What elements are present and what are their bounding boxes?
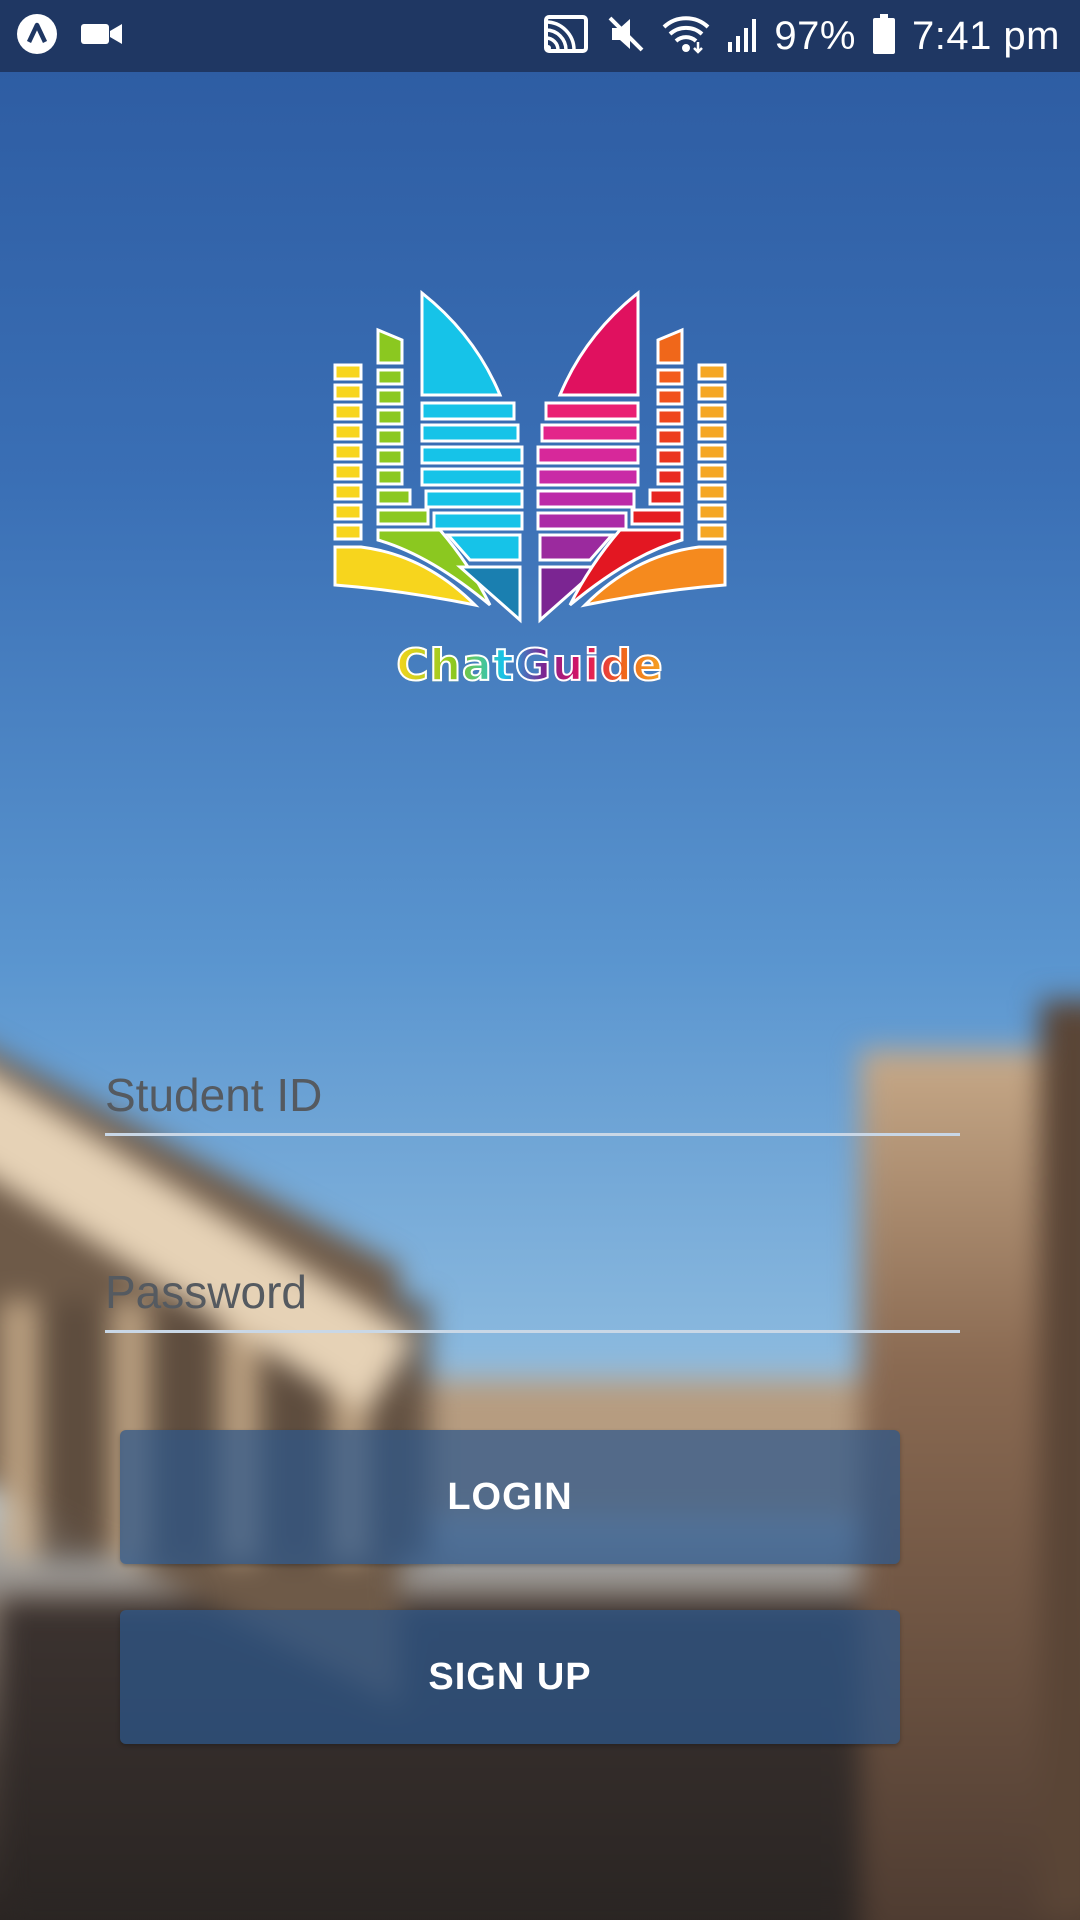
password-underline [105, 1330, 960, 1333]
battery-icon [872, 13, 896, 59]
student-id-field[interactable] [105, 1060, 960, 1140]
app-logo: ChatGuide [330, 285, 730, 705]
login-button-label: LOGIN [447, 1475, 573, 1518]
signup-button[interactable]: SIGN UP [120, 1610, 900, 1744]
book-logo-icon [333, 289, 727, 624]
wifi-icon [662, 14, 710, 59]
battery-percent: 97% [774, 13, 856, 58]
login-screen: 97% 7:41 pm ChatGuide Student ID LOGIN S… [0, 0, 1080, 1920]
student-id-input[interactable] [105, 1060, 960, 1130]
password-input[interactable] [105, 1257, 960, 1327]
logo-wordmark: ChatGuide [330, 639, 730, 692]
password-field[interactable] [105, 1257, 960, 1337]
mute-icon [606, 14, 646, 59]
cast-icon [542, 14, 590, 59]
clock: 7:41 pm [911, 13, 1060, 58]
app-notification-icon [16, 13, 58, 60]
logo-text: ChatGuide [395, 639, 664, 692]
signup-button-label: SIGN UP [428, 1655, 592, 1698]
student-id-underline [105, 1133, 960, 1136]
video-camera-icon [80, 19, 124, 54]
background-building-edge [1040, 1000, 1080, 1920]
login-button[interactable]: LOGIN [120, 1430, 900, 1564]
signal-icon [726, 16, 758, 57]
status-bar: 97% 7:41 pm [0, 0, 1080, 72]
